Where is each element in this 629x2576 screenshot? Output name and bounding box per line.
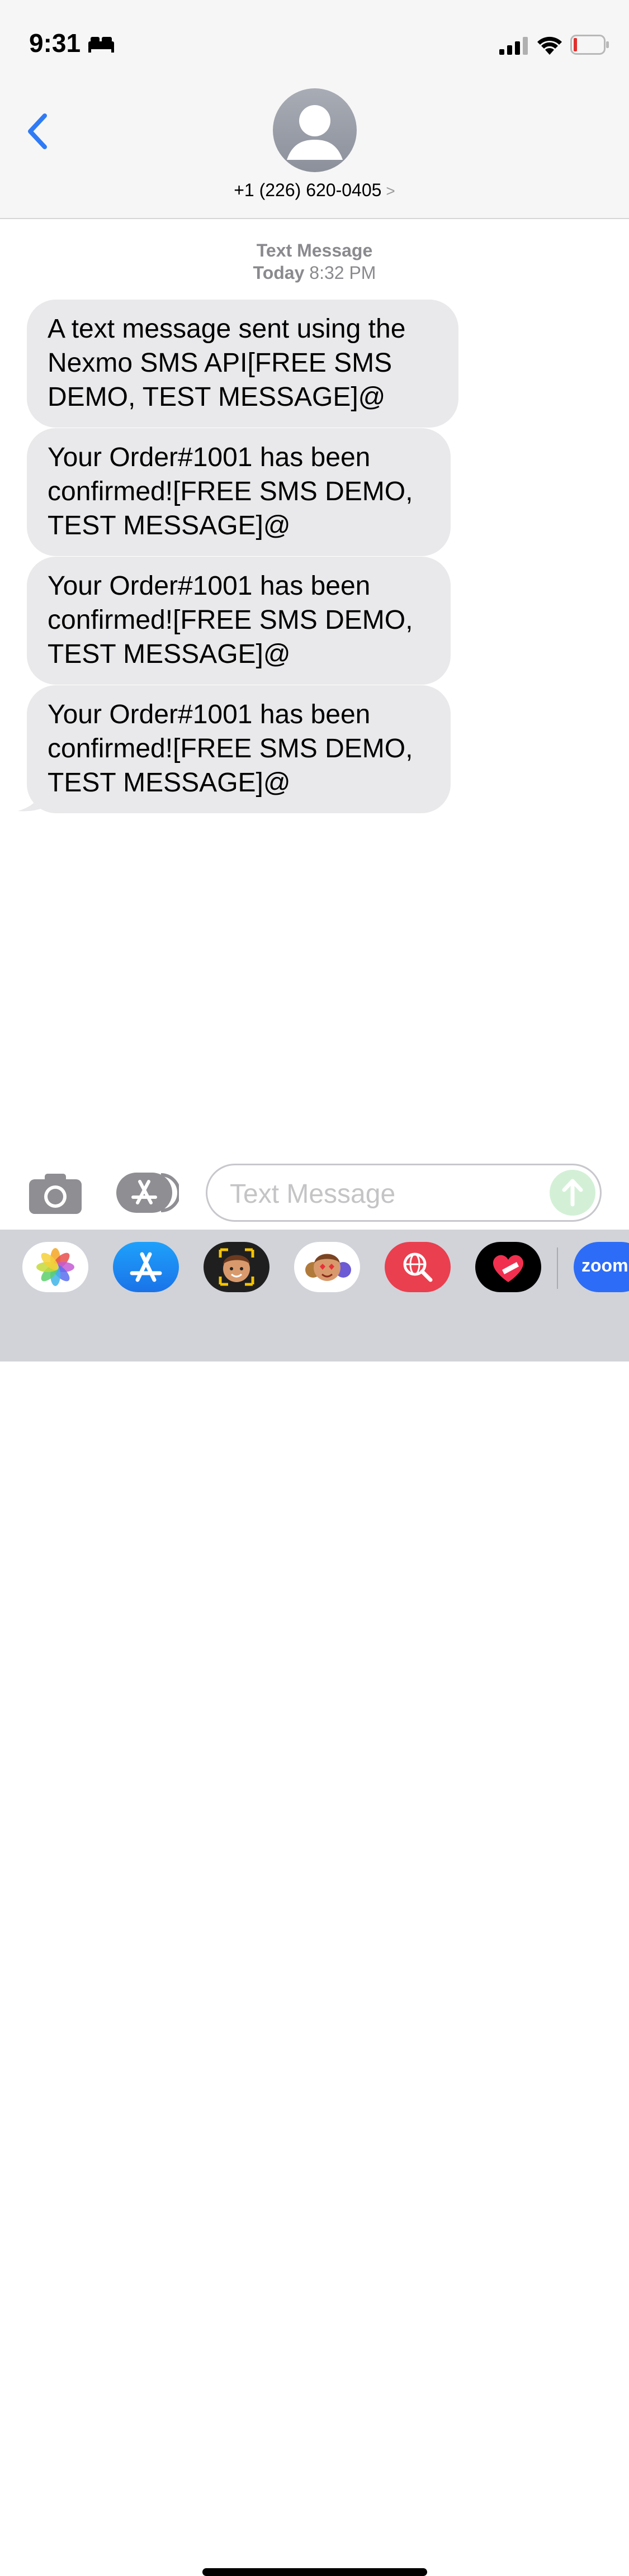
- zoom-icon: zoom: [581, 1255, 628, 1275]
- app-drawer: zoom: [0, 1230, 629, 2576]
- bubble-tail: [18, 785, 50, 812]
- contact-number: +1 (226) 620-0405: [234, 180, 382, 200]
- battery-low-icon: [570, 35, 609, 55]
- back-button[interactable]: [22, 109, 56, 154]
- person-icon: [287, 105, 343, 160]
- app-store-button[interactable]: [116, 1173, 179, 1213]
- photos-icon: [36, 1248, 74, 1286]
- photos-app-button[interactable]: [22, 1242, 88, 1292]
- cellular-signal-icon: [499, 37, 528, 55]
- memoji-icon: [219, 1248, 254, 1286]
- message-service-label: Text Message: [256, 240, 373, 260]
- message-timestamp: Today 8:32 PM: [0, 263, 629, 283]
- wifi-icon: [537, 36, 562, 55]
- contact-details-link[interactable]: +1 (226) 620-0405 >: [0, 180, 629, 201]
- send-button[interactable]: [550, 1170, 595, 1216]
- animoji-icon: [305, 1254, 351, 1281]
- home-indicator[interactable]: [202, 2568, 427, 2576]
- message-input[interactable]: [229, 1175, 544, 1212]
- timestamp-day: Today: [253, 263, 305, 283]
- memoji-app-button[interactable]: [204, 1242, 269, 1292]
- message-bubble[interactable]: A text message sent using the Nexmo SMS …: [27, 300, 458, 428]
- message-input-field[interactable]: [206, 1164, 602, 1222]
- heart-app-button[interactable]: [475, 1242, 541, 1292]
- conversation-header: 9:31 +1 (226) 620-0405 >: [0, 0, 629, 219]
- message-bubble[interactable]: Your Order#1001 has been confirmed![FREE…: [27, 428, 451, 556]
- timestamp-time: 8:32 PM: [309, 263, 376, 283]
- web-search-app-button[interactable]: [385, 1242, 451, 1292]
- contact-avatar[interactable]: [273, 88, 357, 172]
- message-bubble[interactable]: Your Order#1001 has been confirmed![FREE…: [27, 685, 451, 813]
- animoji-stickers-app-button[interactable]: [294, 1242, 360, 1292]
- message-bubble[interactable]: Your Order#1001 has been confirmed![FREE…: [27, 557, 451, 685]
- bed-icon: [88, 37, 114, 53]
- heart-icon: [493, 1255, 524, 1282]
- zoom-app-button[interactable]: zoom: [574, 1242, 629, 1292]
- camera-button[interactable]: [29, 1173, 82, 1214]
- app-store-app-button[interactable]: [113, 1242, 179, 1292]
- web-search-icon: [403, 1253, 433, 1282]
- app-store-icon: [130, 1252, 162, 1282]
- arrow-up-icon: [562, 1179, 583, 1207]
- chevron-right-icon: >: [386, 182, 395, 200]
- status-time: 9:31: [29, 29, 81, 58]
- drawer-divider: [557, 1247, 558, 1289]
